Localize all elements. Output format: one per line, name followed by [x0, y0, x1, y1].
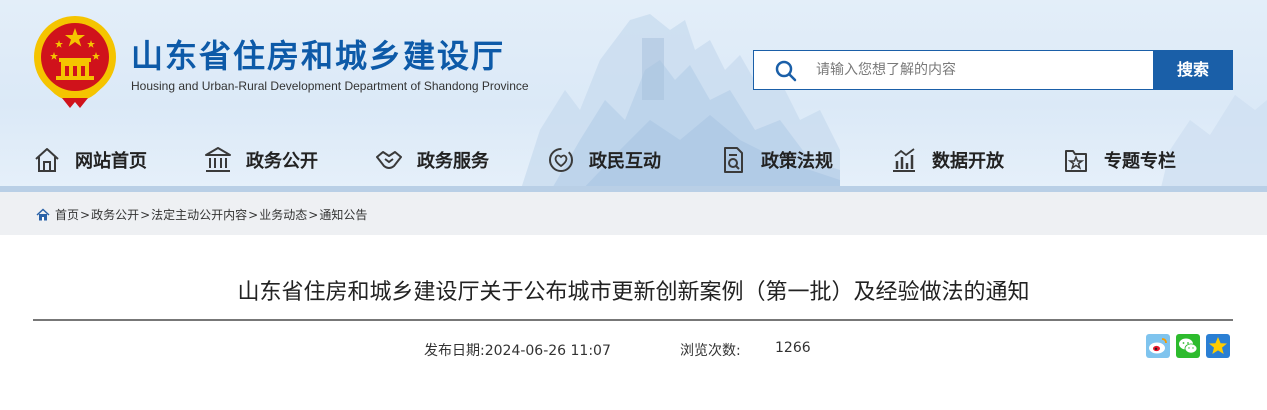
star-folder-icon [1065, 150, 1087, 172]
search-input[interactable] [816, 51, 1146, 89]
article-title: 山东省住房和城乡建设厅关于公布城市更新创新案例（第一批）及经验做法的通知 [237, 280, 1030, 305]
nav-item-data-open[interactable]: 数据开放 [889, 134, 1004, 186]
nav-item-gov-open[interactable]: 政务公开 [203, 134, 318, 186]
views-label: 浏览次数: [680, 343, 741, 359]
search-box [753, 50, 1153, 90]
national-emblem-icon [34, 16, 116, 108]
nav-label-gov-service: 政务服务 [417, 151, 489, 172]
share-weibo-button[interactable] [1146, 334, 1170, 358]
home-icon [35, 148, 59, 172]
nav-item-home[interactable]: 网站首页 [32, 134, 147, 186]
nav-label-home: 网站首页 [75, 151, 147, 172]
views-count: 1266 [775, 340, 811, 356]
search-icon[interactable] [774, 59, 798, 83]
breadcrumb-bar: 首页 > 政务公开 > 法定主动公开内容 > 业务动态 > 通知公告 [0, 192, 1267, 235]
nav-item-interaction[interactable]: 政民互动 [546, 134, 661, 186]
share-wechat-button[interactable] [1176, 334, 1200, 358]
breadcrumb-separator: > [308, 207, 319, 222]
weibo-icon [1146, 334, 1170, 358]
breadcrumb-separator: > [248, 207, 259, 222]
home-icon [36, 207, 50, 220]
breadcrumb-link-statutory[interactable]: 法定主动公开内容 [151, 206, 247, 223]
site-header: 山东省住房和城乡建设厅 Housing and Urban-Rural Deve… [0, 0, 1267, 192]
wechat-icon [1176, 334, 1200, 358]
breadcrumb-link-home[interactable]: 首页 [55, 206, 79, 223]
breadcrumb-separator: > [140, 207, 151, 222]
nav-item-policy[interactable]: 政策法规 [718, 134, 833, 186]
breadcrumb-separator: > [80, 207, 91, 222]
breadcrumb: 首页 > 政务公开 > 法定主动公开内容 > 业务动态 > 通知公告 [36, 206, 367, 223]
title-divider [33, 319, 1233, 321]
bar-chart-icon [893, 148, 915, 172]
nav-label-data-open: 数据开放 [932, 151, 1004, 172]
site-title: 山东省住房和城乡建设厅 [131, 37, 506, 75]
nav-item-gov-service[interactable]: 政务服务 [374, 134, 489, 186]
nav-label-interaction: 政民互动 [589, 151, 661, 172]
publish-date: 发布日期:2024-06-26 11:07 [424, 343, 611, 359]
nav-label-policy: 政策法规 [761, 151, 833, 172]
handshake-icon [376, 151, 402, 169]
site-subtitle: Housing and Urban-Rural Development Depa… [131, 79, 529, 93]
breadcrumb-link-business-news[interactable]: 业务动态 [259, 206, 307, 223]
qzone-star-icon [1206, 334, 1230, 358]
interaction-icon [549, 148, 573, 172]
share-qzone-button[interactable] [1206, 334, 1230, 358]
nav-label-gov-open: 政务公开 [246, 151, 318, 172]
government-building-icon [205, 147, 231, 172]
nav-item-special[interactable]: 专题专栏 [1061, 134, 1176, 186]
main-nav: 网站首页 政务公开 政务服务 政民互动 政策法规 数据开放 专题专栏 [0, 134, 1267, 186]
nav-label-special: 专题专栏 [1104, 151, 1176, 172]
policy-document-icon [724, 147, 743, 173]
search-button[interactable]: 搜索 [1153, 50, 1233, 90]
breadcrumb-link-notices[interactable]: 通知公告 [319, 206, 367, 223]
breadcrumb-link-gov-open[interactable]: 政务公开 [91, 206, 139, 223]
